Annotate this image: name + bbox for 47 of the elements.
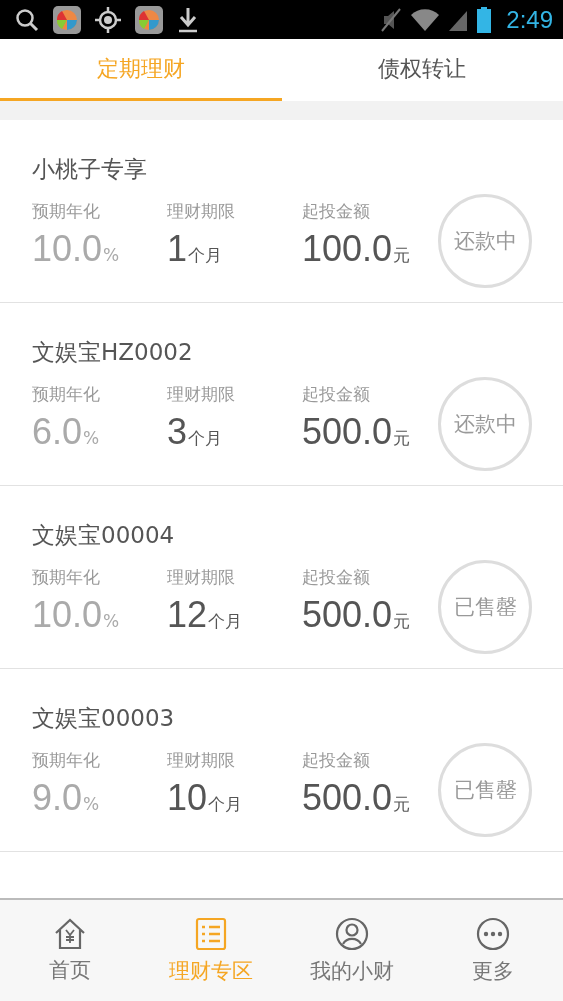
rate-value: 9.0% xyxy=(32,776,101,820)
list-icon xyxy=(195,916,228,951)
amount-value: 100.0元 xyxy=(302,227,412,271)
term-label: 理财期限 xyxy=(167,383,236,406)
app-icon xyxy=(52,4,82,35)
amount-label: 起投金额 xyxy=(302,383,371,406)
status-badge: 已售罄 xyxy=(438,560,532,654)
clock: 2:49 xyxy=(506,5,553,34)
status-badge: 还款中 xyxy=(438,377,532,471)
product-name[interactable]: 文娱宝00003 xyxy=(32,703,563,733)
battery-icon xyxy=(476,5,493,34)
amount-label: 起投金额 xyxy=(302,749,371,772)
amount-value: 500.0元 xyxy=(302,410,412,454)
rate-label: 预期年化 xyxy=(32,200,101,223)
amount-value: 500.0元 xyxy=(302,776,412,820)
term-value: 3个月 xyxy=(167,410,224,454)
rate-label: 预期年化 xyxy=(32,749,101,772)
term-value: 12个月 xyxy=(167,593,244,637)
app-icon xyxy=(134,4,164,35)
rate-label: 预期年化 xyxy=(32,566,101,589)
product-name[interactable]: 文娱宝00004 xyxy=(32,520,563,550)
term-label: 理财期限 xyxy=(167,566,236,589)
product-name[interactable]: 小桃子专享 xyxy=(32,154,563,184)
status-badge: 已售罄 xyxy=(438,743,532,837)
amount-value: 500.0元 xyxy=(302,593,412,637)
rate-label: 预期年化 xyxy=(32,383,101,406)
nav-tab[interactable]: 我的小财 xyxy=(281,900,423,1001)
amount-label: 起投金额 xyxy=(302,200,371,223)
gps-icon xyxy=(94,5,122,34)
search-icon xyxy=(14,6,40,33)
status-badge: 还款中 xyxy=(438,194,532,288)
amount-label: 起投金额 xyxy=(302,566,371,589)
mute-icon xyxy=(380,6,403,33)
term-label: 理财期限 xyxy=(167,749,236,772)
rate-value: 10.0% xyxy=(32,593,121,637)
user-icon xyxy=(334,916,369,951)
term-value: 1个月 xyxy=(167,227,224,271)
nav-tab[interactable]: 首页 xyxy=(0,900,141,1001)
term-label: 理财期限 xyxy=(167,200,236,223)
wifi-icon xyxy=(410,6,441,33)
rate-value: 10.0% xyxy=(32,227,121,271)
nav-tab[interactable]: 更多 xyxy=(422,900,563,1001)
product-name[interactable]: 文娱宝HZ0002 xyxy=(32,337,563,367)
rate-value: 6.0% xyxy=(32,410,101,454)
download-icon xyxy=(176,5,200,34)
term-value: 10个月 xyxy=(167,776,244,820)
more-icon xyxy=(475,916,510,951)
